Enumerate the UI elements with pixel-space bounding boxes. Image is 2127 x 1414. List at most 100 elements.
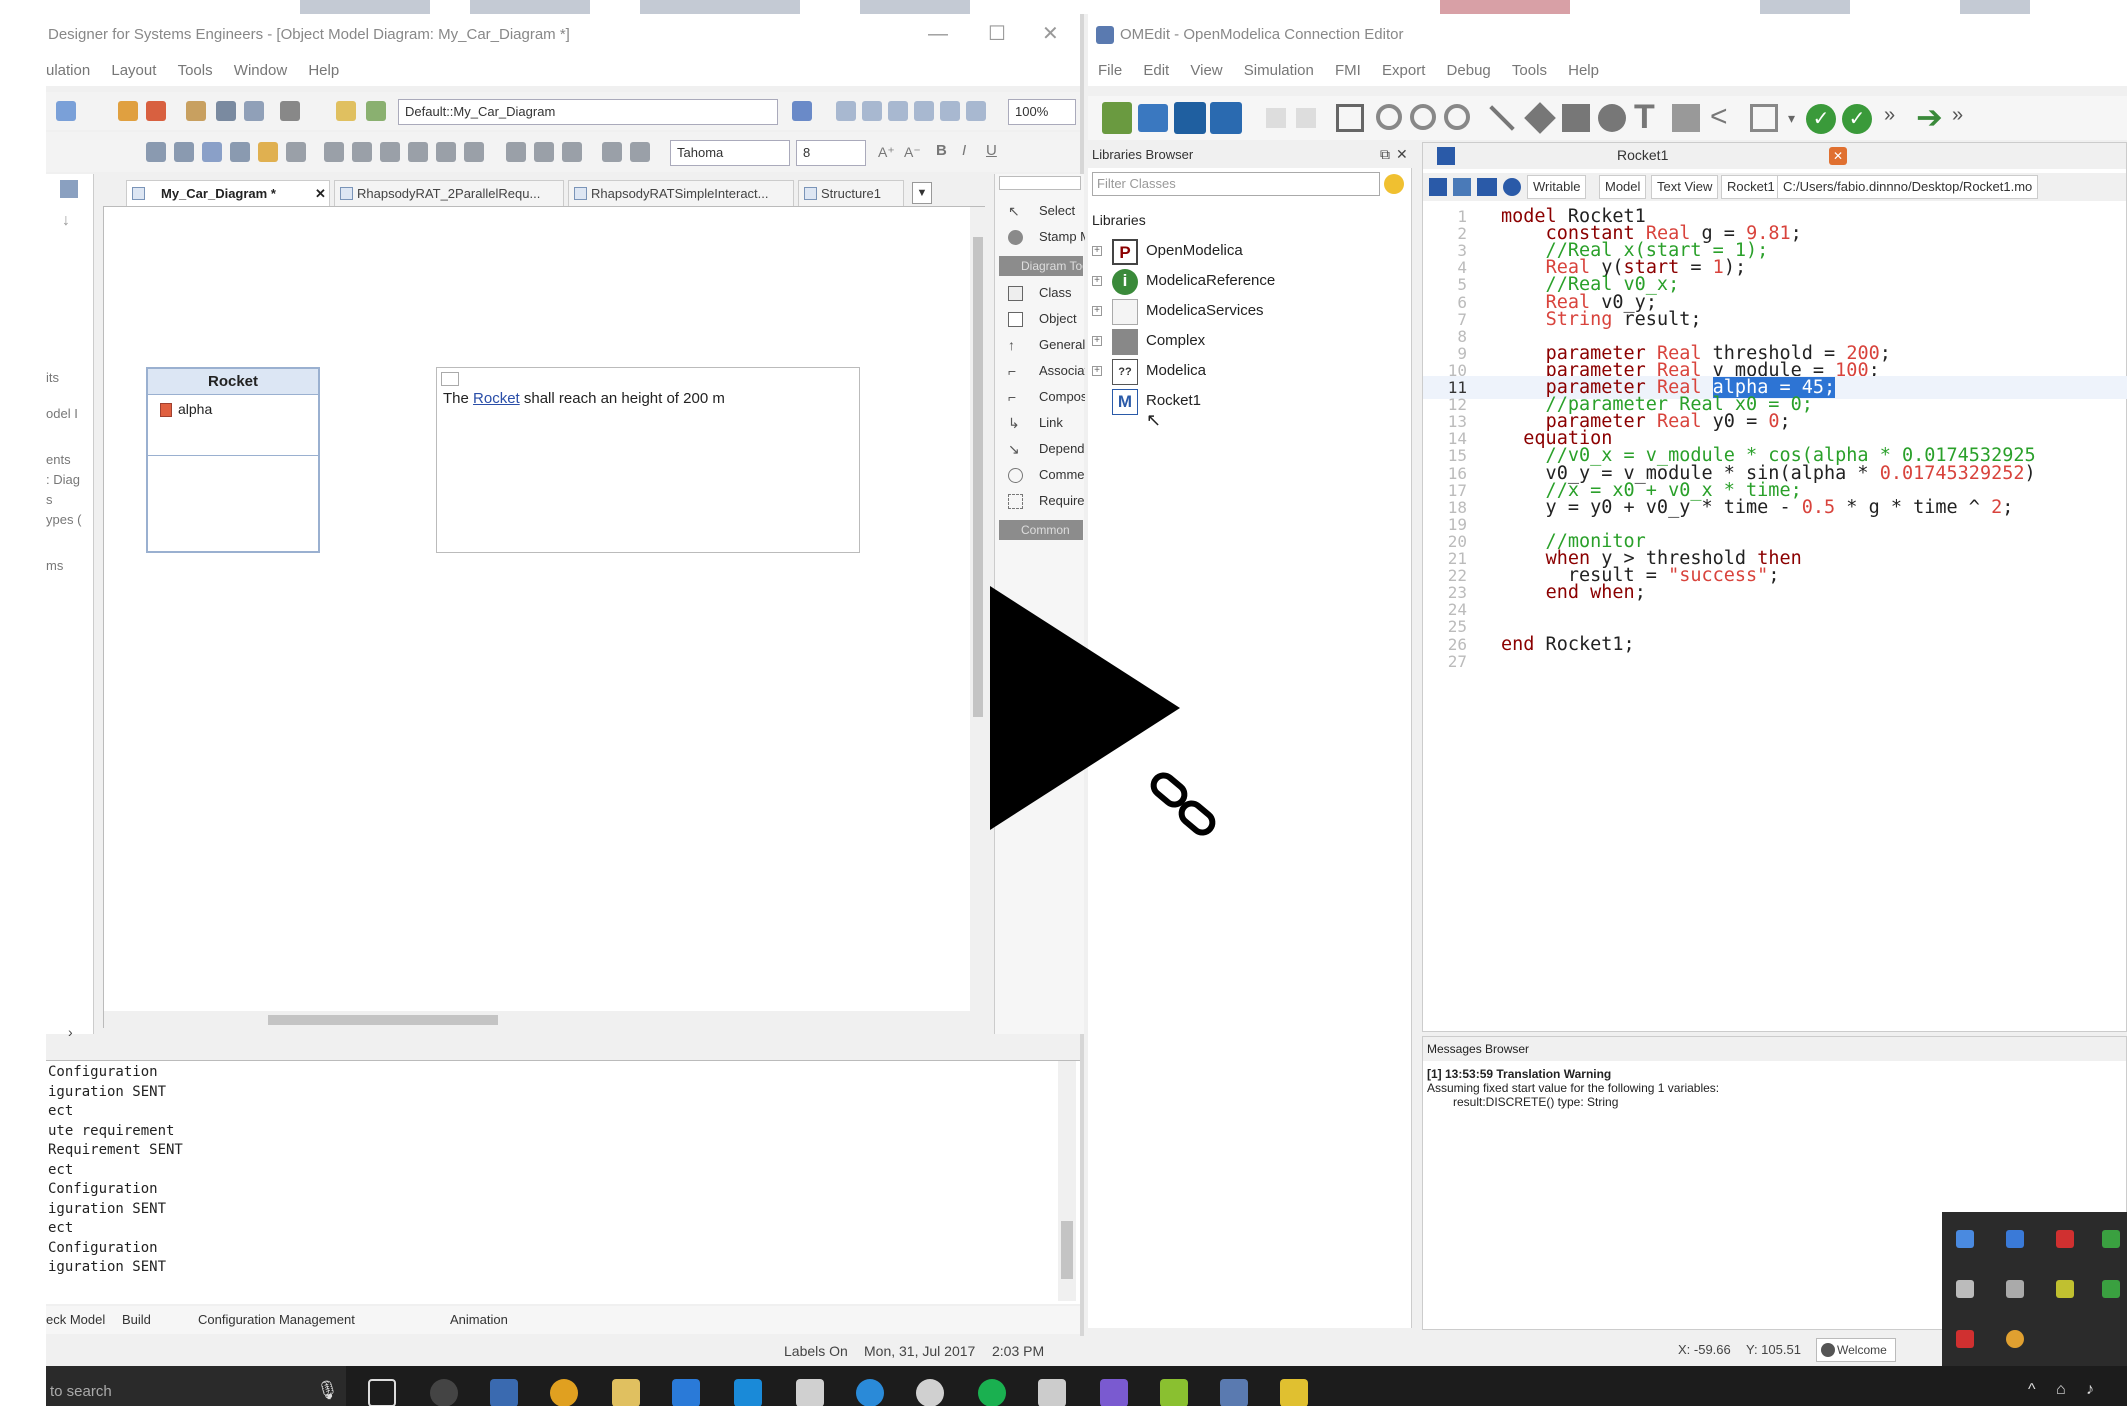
scroll-right-icon[interactable]: ›	[68, 1024, 73, 1040]
app-icon[interactable]	[916, 1379, 944, 1406]
omedit-taskbar-icon[interactable]	[1220, 1379, 1248, 1406]
grid-icon[interactable]	[146, 142, 166, 162]
browser-item[interactable]: s	[46, 492, 53, 507]
back-icon[interactable]	[336, 101, 356, 121]
font-combo[interactable]: Tahoma	[670, 140, 790, 166]
library-rocket1[interactable]: M Rocket1	[1088, 386, 1408, 416]
grid-icon[interactable]	[1336, 104, 1364, 132]
palette-composition[interactable]: ⌐ Composi	[995, 384, 1085, 410]
view-icon[interactable]	[244, 101, 264, 121]
width-icon[interactable]	[602, 142, 622, 162]
palette-section-diagram-tools[interactable]: Diagram Tool	[999, 256, 1083, 276]
menu-fmi[interactable]: FMI	[1335, 56, 1361, 86]
tab-simple-interact[interactable]: RhapsodyRATSimpleInteract...	[568, 180, 794, 206]
menu-help[interactable]: Help	[308, 56, 339, 86]
requirement-box[interactable]: The Rocket shall reach an height of 200 …	[436, 367, 860, 553]
browser-tool-icon[interactable]	[60, 180, 78, 198]
app-icon[interactable]	[1160, 1379, 1188, 1406]
color-icon[interactable]	[258, 142, 278, 162]
minimize-icon[interactable]: —	[928, 22, 948, 46]
close-panel-icon[interactable]: ✕	[1396, 146, 1408, 163]
palette-section-common[interactable]: Common	[999, 520, 1083, 540]
open-icon[interactable]	[56, 101, 76, 121]
r-app-icon[interactable]	[856, 1379, 884, 1406]
tray-app-icon[interactable]	[1956, 1230, 1974, 1248]
tray-app-icon[interactable]	[2006, 1330, 2024, 1348]
filter-options-icon[interactable]	[1384, 174, 1404, 194]
menu-simulation[interactable]: Simulation	[1244, 56, 1314, 86]
menu-window[interactable]: Window	[234, 56, 287, 86]
zoom-in-icon[interactable]	[1410, 104, 1436, 130]
snap-icon[interactable]	[174, 142, 194, 162]
tab-my-car-diagram[interactable]: My_Car_Diagram * ✕	[126, 180, 330, 206]
volume-icon[interactable]: ♪	[2086, 1381, 2094, 1399]
table-icon[interactable]	[216, 101, 236, 121]
menu-view[interactable]: View	[1190, 56, 1222, 86]
palette-dependency[interactable]: ↘ Depende	[995, 436, 1085, 462]
palette-object[interactable]: Object	[995, 306, 1085, 332]
tray-app-icon[interactable]	[2102, 1280, 2120, 1298]
maximize-icon[interactable]: ☐	[988, 22, 1006, 46]
menu-help[interactable]: Help	[1568, 56, 1599, 86]
route-icon[interactable]	[230, 142, 250, 162]
spotify-icon[interactable]	[978, 1379, 1006, 1406]
zoom-out-icon[interactable]	[1444, 104, 1470, 130]
save-icon[interactable]	[1174, 102, 1206, 134]
diagram-canvas[interactable]: Rocket alpha The Rocket shall reach an h…	[103, 206, 986, 1029]
palette-generalization[interactable]: ↑ Generaliz	[995, 332, 1085, 358]
scroll-thumb[interactable]	[1061, 1221, 1073, 1279]
expand-icon[interactable]: +	[1092, 336, 1102, 346]
overflow-icon-2[interactable]: »	[1952, 104, 1963, 127]
library-modelicaservices[interactable]: + ModelicaServices	[1088, 296, 1408, 326]
browser-item[interactable]: ents	[46, 452, 71, 467]
expand-icon[interactable]: +	[1092, 306, 1102, 316]
zoom-out-icon[interactable]	[862, 101, 882, 121]
task-view-icon[interactable]	[368, 1379, 396, 1406]
space-v-icon[interactable]	[534, 142, 554, 162]
chrome-icon[interactable]	[550, 1379, 578, 1406]
browser-item[interactable]: ms	[46, 558, 63, 573]
mail-icon[interactable]	[1038, 1379, 1066, 1406]
vertical-scrollbar[interactable]	[970, 207, 986, 1029]
same-size-icon[interactable]	[436, 142, 456, 162]
edge-icon[interactable]	[672, 1379, 700, 1406]
sticky-notes-icon[interactable]	[1280, 1379, 1308, 1406]
scroll-thumb[interactable]	[268, 1015, 498, 1025]
browser-item[interactable]: odel I	[46, 406, 78, 421]
tray-app-icon[interactable]	[2056, 1230, 2074, 1248]
ellipse-icon[interactable]	[1598, 104, 1626, 132]
palette-comment[interactable]: Comment	[995, 462, 1085, 488]
expand-icon[interactable]: +	[1092, 366, 1102, 376]
browser-item[interactable]: : Diag	[46, 472, 80, 487]
overflow-icon[interactable]: »	[1884, 104, 1895, 127]
browser-item[interactable]: its	[46, 370, 59, 385]
underline-icon[interactable]: U	[986, 142, 997, 159]
align-center-icon[interactable]	[324, 142, 344, 162]
zoom-in-icon[interactable]	[836, 101, 856, 121]
edit-icon[interactable]	[186, 101, 206, 121]
simulate-arrow-icon[interactable]: ➔	[1916, 98, 1943, 136]
expand-icon[interactable]: +	[1092, 276, 1102, 286]
tab-parallel-requ[interactable]: RhapsodyRAT_2ParallelRequ...	[334, 180, 564, 206]
tab-close-icon[interactable]: ✕	[315, 181, 326, 207]
bold-icon[interactable]: B	[936, 142, 947, 159]
skype-icon[interactable]	[734, 1379, 762, 1406]
check-model-icon[interactable]: ✓	[1806, 104, 1836, 134]
tray-app-icon[interactable]	[2102, 1230, 2120, 1248]
tray-chevron-icon[interactable]: ^	[2028, 1381, 2036, 1399]
height-icon[interactable]	[630, 142, 650, 162]
menu-simulation[interactable]: ulation	[46, 56, 90, 86]
class-box-rocket[interactable]: Rocket alpha	[146, 367, 320, 553]
palette-association[interactable]: ⌐ Associati	[995, 358, 1085, 384]
space-h-icon[interactable]	[506, 142, 526, 162]
icon-view-icon[interactable]	[1453, 178, 1471, 196]
zoom-fit-icon[interactable]	[888, 101, 908, 121]
library-modelicareference[interactable]: + i ModelicaReference	[1088, 266, 1408, 296]
tab-animation[interactable]: Animation	[450, 1312, 508, 1327]
align-top-icon[interactable]	[380, 142, 400, 162]
library-complex[interactable]: + Complex	[1088, 326, 1408, 356]
delete-icon[interactable]	[280, 101, 300, 121]
rectangle-icon[interactable]	[1562, 104, 1590, 132]
scroll-thumb[interactable]	[973, 237, 983, 717]
output-scrollbar[interactable]	[1058, 1061, 1076, 1301]
